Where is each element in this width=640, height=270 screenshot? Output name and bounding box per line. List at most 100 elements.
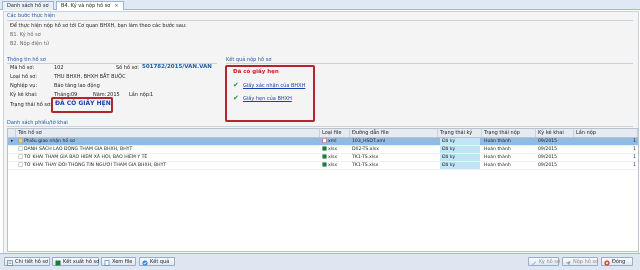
col-trang-thai-nop[interactable]: Trạng thái nộp: [482, 129, 536, 137]
button-label: Nộp hồ sơ: [573, 259, 599, 265]
row-period: 09/2015: [538, 163, 558, 168]
ky-ho-so-button[interactable]: Ký hồ sơ: [528, 257, 560, 266]
check-icon: ✔: [233, 81, 239, 89]
table-row[interactable]: DANH SÁCH LAO ĐỘNG THAM GIA BHXH, BHYT x…: [8, 146, 638, 154]
close-icon: [604, 259, 610, 266]
row-period: 09/2015: [538, 139, 558, 144]
ket-qua-button[interactable]: Kết quả: [139, 257, 175, 266]
tab-label: Danh sách hồ sơ: [7, 3, 49, 9]
header-spacer: [8, 129, 16, 137]
divider: [7, 20, 633, 21]
row-type: xlsx: [328, 147, 338, 152]
button-label: Kết quả: [150, 259, 170, 265]
trang-thai-label: Trạng thái hồ sơ:: [10, 102, 52, 108]
col-trang-thai-ky[interactable]: Trạng thái ký: [438, 129, 482, 137]
close-icon[interactable]: ×: [114, 3, 118, 9]
nop-ho-so-button[interactable]: Nộp hồ sơ: [562, 257, 598, 266]
nghiep-vu-label: Nghiệp vụ:: [10, 83, 38, 89]
xem-file-button[interactable]: Xem file: [101, 257, 136, 266]
result-icon: [142, 259, 148, 266]
row-period: 09/2015: [538, 147, 558, 152]
cell-name: TỜ KHAI THAM GIA BẢO HIỂM XÃ HỘI, BẢO HI…: [16, 154, 320, 161]
row-name: DANH SÁCH LAO ĐỘNG THAM GIA BHXH, BHYT: [24, 147, 133, 152]
ma-ho-so-label: Mã hồ sơ:: [10, 65, 35, 71]
giay-xac-nhan-link[interactable]: Giấy xác nhận của BHXH: [243, 83, 305, 89]
lan-nop-label: Lần nộp:: [129, 92, 151, 98]
row-path: TK1-TS.xlsx: [352, 155, 379, 160]
row-times: 1: [633, 147, 636, 152]
row-submit-status: Hoàn thành: [484, 163, 511, 168]
files-table: Tên hồ sơ Loại file Đường dẫn file Trạng…: [7, 128, 639, 252]
tab-label: B4. Ký và nộp hồ sơ: [61, 3, 111, 9]
table-row[interactable]: TỜ KHAI THAM GIA BẢO HIỂM XÃ HỘI, BẢO HI…: [8, 154, 638, 162]
button-label: Xem file: [112, 259, 133, 265]
row-arrow-icon: ▸: [11, 139, 14, 144]
tab-danh-sach-ho-so[interactable]: Danh sách hồ sơ: [2, 1, 54, 10]
row-sign-status: Đã ký: [440, 138, 480, 145]
giay-hen-link[interactable]: Giấy hẹn của BHXH: [243, 96, 292, 102]
sign-icon: [532, 261, 536, 265]
row-type: xlsx: [328, 155, 338, 160]
step-2: B2. Nộp điện tử: [10, 41, 49, 47]
document-icon: [18, 162, 23, 167]
export-icon: [55, 260, 61, 265]
row-submit-status: Hoàn thành: [484, 139, 511, 144]
document-icon: [18, 154, 23, 159]
row-times: 1: [633, 155, 636, 160]
cell-type: xlsx: [320, 146, 350, 153]
cell-type: xlsx: [320, 162, 350, 169]
xml-file-icon: [322, 138, 327, 143]
cell-name: DANH SÁCH LAO ĐỘNG THAM GIA BHXH, BHYT: [16, 146, 320, 153]
document-icon: [18, 138, 23, 143]
row-times: 1: [633, 163, 636, 168]
excel-file-icon: [322, 146, 327, 151]
view-file-icon: [104, 259, 110, 266]
row-type: xlsx: [328, 163, 338, 168]
cell-type: xlsx: [320, 154, 350, 161]
divider: [226, 63, 633, 64]
row-path: D02-TS.xlsx: [352, 147, 379, 152]
col-loai-file[interactable]: Loại file: [320, 129, 350, 137]
row-submit-status: Hoàn thành: [484, 155, 511, 160]
row-sign-status: Đã ký: [440, 162, 480, 169]
submit-icon: [565, 260, 571, 265]
main-panel: Các bước thực hiện Để thực hiện nộp hồ s…: [3, 11, 639, 255]
col-ten-ho-so[interactable]: Tên hồ sơ: [16, 129, 320, 137]
button-label: Đóng: [612, 259, 626, 265]
trang-thai-value: ĐÃ CÓ GIẤY HẸN: [55, 100, 111, 107]
app-window: Danh sách hồ sơ B4. Ký và nộp hồ sơ × Các…: [0, 0, 640, 270]
tab-bar: Danh sách hồ sơ B4. Ký và nộp hồ sơ ×: [0, 0, 640, 10]
row-sign-status: Đã ký: [440, 154, 480, 161]
cell-name: TỜ KHAI THAY ĐỔI THÔNG TIN NGƯỜI THAM GI…: [16, 162, 320, 169]
cell-type: xml: [320, 138, 350, 145]
row-times: 1: [633, 139, 636, 144]
dong-button[interactable]: Đóng: [601, 257, 633, 266]
col-ky-ke-khai[interactable]: Kỳ kê khai: [536, 129, 574, 137]
divider: [7, 126, 633, 127]
chi-tiet-ho-so-button[interactable]: Chi tiết hồ sơ: [4, 257, 50, 266]
row-name: Phiếu giao nhận hồ sơ: [24, 139, 75, 144]
nghiep-vu-value: Báo tăng lao động: [54, 83, 100, 89]
ket-xuat-ho-so-button[interactable]: Kết xuất hồ sơ: [52, 257, 99, 266]
col-duong-dan[interactable]: Đường dẫn file: [350, 129, 438, 137]
so-ho-so-value: 501782/2015/VAN.VAN: [142, 64, 212, 70]
row-submit-status: Hoàn thành: [484, 147, 511, 152]
table-header: Tên hồ sơ Loại file Đường dẫn file Trạng…: [8, 129, 638, 138]
loai-ho-so-label: Loại hồ sơ:: [10, 74, 37, 80]
document-icon: [18, 146, 23, 151]
lan-nop-value: 1: [150, 92, 154, 98]
tab-ky-va-nop[interactable]: B4. Ký và nộp hồ sơ ×: [56, 1, 124, 10]
cell-name: Phiếu giao nhận hồ sơ: [16, 138, 320, 145]
bottom-toolbar: Chi tiết hồ sơ Kết xuất hồ sơ Xem file K…: [0, 253, 640, 270]
row-type: xml: [328, 139, 337, 144]
check-icon: ✔: [233, 94, 239, 102]
row-period: 09/2015: [538, 155, 558, 160]
row-name: TỜ KHAI THAM GIA BẢO HIỂM XÃ HỘI, BẢO HI…: [24, 155, 148, 160]
so-ho-so-label: Số hồ sơ:: [116, 65, 139, 71]
col-lan-nop[interactable]: Lần nộp: [574, 129, 638, 137]
ky-ke-khai-label: Kỳ kê khai:: [10, 92, 38, 98]
table-row[interactable]: ▸ Phiếu giao nhận hồ sơ xml 103_HSDT.xml…: [8, 138, 638, 146]
button-label: Kết xuất hồ sơ: [63, 259, 100, 265]
loai-ho-so-value: THU BHXH, BHXH BẮT BUỘC: [54, 74, 126, 80]
table-row[interactable]: TỜ KHAI THAY ĐỔI THÔNG TIN NGƯỜI THAM GI…: [8, 162, 638, 170]
